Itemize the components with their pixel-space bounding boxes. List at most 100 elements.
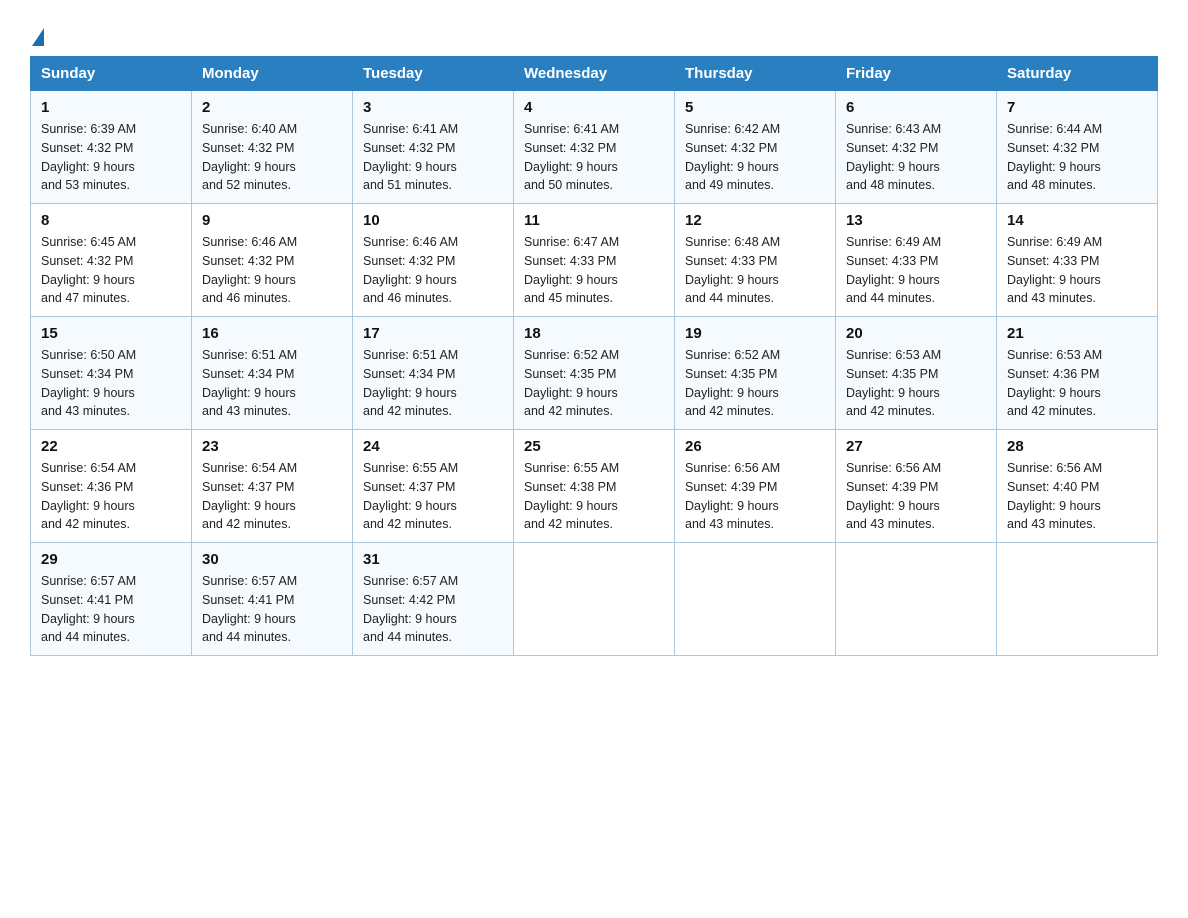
column-header-friday: Friday bbox=[836, 57, 997, 91]
day-number: 24 bbox=[363, 438, 503, 455]
day-sun-info: Sunrise: 6:43 AMSunset: 4:32 PMDaylight:… bbox=[846, 120, 986, 195]
day-number: 14 bbox=[1007, 212, 1147, 229]
day-number: 4 bbox=[524, 99, 664, 116]
calendar-cell: 2 Sunrise: 6:40 AMSunset: 4:32 PMDaylight… bbox=[192, 91, 353, 204]
calendar-cell: 16 Sunrise: 6:51 AMSunset: 4:34 PMDayligh… bbox=[192, 317, 353, 430]
day-sun-info: Sunrise: 6:41 AMSunset: 4:32 PMDaylight:… bbox=[363, 120, 503, 195]
day-sun-info: Sunrise: 6:52 AMSunset: 4:35 PMDaylight:… bbox=[685, 346, 825, 421]
day-sun-info: Sunrise: 6:51 AMSunset: 4:34 PMDaylight:… bbox=[363, 346, 503, 421]
day-number: 27 bbox=[846, 438, 986, 455]
day-sun-info: Sunrise: 6:57 AMSunset: 4:42 PMDaylight:… bbox=[363, 572, 503, 647]
day-number: 22 bbox=[41, 438, 181, 455]
calendar-cell: 21Sunrise: 6:53 AMSunset: 4:36 PMDayligh… bbox=[997, 317, 1158, 430]
logo bbox=[30, 28, 44, 48]
day-sun-info: Sunrise: 6:52 AMSunset: 4:35 PMDaylight:… bbox=[524, 346, 664, 421]
calendar-cell: 13Sunrise: 6:49 AMSunset: 4:33 PMDayligh… bbox=[836, 204, 997, 317]
calendar-cell bbox=[836, 543, 997, 656]
calendar-cell: 5 Sunrise: 6:42 AMSunset: 4:32 PMDaylight… bbox=[675, 91, 836, 204]
day-number: 29 bbox=[41, 551, 181, 568]
day-sun-info: Sunrise: 6:51 AMSunset: 4:34 PMDaylight:… bbox=[202, 346, 342, 421]
calendar-cell: 15 Sunrise: 6:50 AMSunset: 4:34 PMDayligh… bbox=[31, 317, 192, 430]
day-number: 6 bbox=[846, 99, 986, 116]
calendar-cell: 10 Sunrise: 6:46 AMSunset: 4:32 PMDayligh… bbox=[353, 204, 514, 317]
day-number: 2 bbox=[202, 99, 342, 116]
day-sun-info: Sunrise: 6:50 AMSunset: 4:34 PMDaylight:… bbox=[41, 346, 181, 421]
day-sun-info: Sunrise: 6:49 AMSunset: 4:33 PMDaylight:… bbox=[1007, 233, 1147, 308]
calendar-cell: 29Sunrise: 6:57 AMSunset: 4:41 PMDayligh… bbox=[31, 543, 192, 656]
day-number: 31 bbox=[363, 551, 503, 568]
calendar-cell: 22 Sunrise: 6:54 AMSunset: 4:36 PMDayligh… bbox=[31, 430, 192, 543]
day-sun-info: Sunrise: 6:55 AMSunset: 4:38 PMDaylight:… bbox=[524, 459, 664, 534]
day-number: 30 bbox=[202, 551, 342, 568]
calendar-cell: 19 Sunrise: 6:52 AMSunset: 4:35 PMDayligh… bbox=[675, 317, 836, 430]
calendar-cell: 20Sunrise: 6:53 AMSunset: 4:35 PMDayligh… bbox=[836, 317, 997, 430]
calendar-cell: 25 Sunrise: 6:55 AMSunset: 4:38 PMDayligh… bbox=[514, 430, 675, 543]
calendar-week-row: 22 Sunrise: 6:54 AMSunset: 4:36 PMDayligh… bbox=[31, 430, 1158, 543]
calendar-cell: 28Sunrise: 6:56 AMSunset: 4:40 PMDayligh… bbox=[997, 430, 1158, 543]
calendar-cell: 4 Sunrise: 6:41 AMSunset: 4:32 PMDaylight… bbox=[514, 91, 675, 204]
calendar-cell: 3 Sunrise: 6:41 AMSunset: 4:32 PMDaylight… bbox=[353, 91, 514, 204]
calendar-week-row: 29 Sunrise: 6:57 AMSunset: 4:41 PMDayligh… bbox=[31, 543, 1158, 656]
calendar-cell: 6 Sunrise: 6:43 AMSunset: 4:32 PMDaylight… bbox=[836, 91, 997, 204]
day-sun-info: Sunrise: 6:54 AMSunset: 4:36 PMDaylight:… bbox=[41, 459, 181, 534]
calendar-cell bbox=[997, 543, 1158, 656]
calendar-cell: 31 Sunrise: 6:57 AMSunset: 4:42 PMDayligh… bbox=[353, 543, 514, 656]
logo-triangle-icon bbox=[32, 28, 44, 46]
calendar-cell: 9 Sunrise: 6:46 AMSunset: 4:32 PMDaylight… bbox=[192, 204, 353, 317]
day-sun-info: Sunrise: 6:40 AMSunset: 4:32 PMDaylight:… bbox=[202, 120, 342, 195]
calendar-cell: 30 Sunrise: 6:57 AMSunset: 4:41 PMDayligh… bbox=[192, 543, 353, 656]
column-header-saturday: Saturday bbox=[997, 57, 1158, 91]
day-sun-info: Sunrise: 6:46 AMSunset: 4:32 PMDaylight:… bbox=[202, 233, 342, 308]
calendar-cell: 14 Sunrise: 6:49 AMSunset: 4:33 PMDayligh… bbox=[997, 204, 1158, 317]
day-sun-info: Sunrise: 6:39 AMSunset: 4:32 PMDaylight:… bbox=[41, 120, 181, 195]
day-number: 3 bbox=[363, 99, 503, 116]
day-number: 12 bbox=[685, 212, 825, 229]
day-number: 7 bbox=[1007, 99, 1147, 116]
day-number: 5 bbox=[685, 99, 825, 116]
calendar-week-row: 1 Sunrise: 6:39 AMSunset: 4:32 PMDaylight… bbox=[31, 91, 1158, 204]
calendar-header-row: SundayMondayTuesdayWednesdayThursdayFrid… bbox=[31, 57, 1158, 91]
column-header-thursday: Thursday bbox=[675, 57, 836, 91]
day-number: 13 bbox=[846, 212, 986, 229]
day-sun-info: Sunrise: 6:56 AMSunset: 4:39 PMDaylight:… bbox=[846, 459, 986, 534]
calendar-cell: 18 Sunrise: 6:52 AMSunset: 4:35 PMDayligh… bbox=[514, 317, 675, 430]
day-sun-info: Sunrise: 6:46 AMSunset: 4:32 PMDaylight:… bbox=[363, 233, 503, 308]
calendar-cell: 8Sunrise: 6:45 AMSunset: 4:32 PMDaylight… bbox=[31, 204, 192, 317]
day-number: 23 bbox=[202, 438, 342, 455]
day-number: 1 bbox=[41, 99, 181, 116]
day-number: 25 bbox=[524, 438, 664, 455]
day-number: 21 bbox=[1007, 325, 1147, 342]
day-number: 18 bbox=[524, 325, 664, 342]
day-number: 9 bbox=[202, 212, 342, 229]
page-header bbox=[30, 20, 1158, 48]
day-number: 19 bbox=[685, 325, 825, 342]
calendar-cell: 7Sunrise: 6:44 AMSunset: 4:32 PMDaylight… bbox=[997, 91, 1158, 204]
column-header-wednesday: Wednesday bbox=[514, 57, 675, 91]
day-number: 26 bbox=[685, 438, 825, 455]
day-number: 20 bbox=[846, 325, 986, 342]
day-number: 16 bbox=[202, 325, 342, 342]
day-sun-info: Sunrise: 6:41 AMSunset: 4:32 PMDaylight:… bbox=[524, 120, 664, 195]
calendar-cell: 12 Sunrise: 6:48 AMSunset: 4:33 PMDayligh… bbox=[675, 204, 836, 317]
day-sun-info: Sunrise: 6:57 AMSunset: 4:41 PMDaylight:… bbox=[202, 572, 342, 647]
calendar-week-row: 8Sunrise: 6:45 AMSunset: 4:32 PMDaylight… bbox=[31, 204, 1158, 317]
calendar-cell: 23 Sunrise: 6:54 AMSunset: 4:37 PMDayligh… bbox=[192, 430, 353, 543]
day-sun-info: Sunrise: 6:56 AMSunset: 4:39 PMDaylight:… bbox=[685, 459, 825, 534]
calendar-cell: 11 Sunrise: 6:47 AMSunset: 4:33 PMDayligh… bbox=[514, 204, 675, 317]
day-sun-info: Sunrise: 6:54 AMSunset: 4:37 PMDaylight:… bbox=[202, 459, 342, 534]
calendar-cell: 24Sunrise: 6:55 AMSunset: 4:37 PMDayligh… bbox=[353, 430, 514, 543]
day-sun-info: Sunrise: 6:48 AMSunset: 4:33 PMDaylight:… bbox=[685, 233, 825, 308]
day-number: 10 bbox=[363, 212, 503, 229]
day-number: 11 bbox=[524, 212, 664, 229]
day-sun-info: Sunrise: 6:42 AMSunset: 4:32 PMDaylight:… bbox=[685, 120, 825, 195]
day-number: 17 bbox=[363, 325, 503, 342]
day-number: 28 bbox=[1007, 438, 1147, 455]
calendar-week-row: 15 Sunrise: 6:50 AMSunset: 4:34 PMDayligh… bbox=[31, 317, 1158, 430]
day-number: 8 bbox=[41, 212, 181, 229]
day-sun-info: Sunrise: 6:47 AMSunset: 4:33 PMDaylight:… bbox=[524, 233, 664, 308]
column-header-monday: Monday bbox=[192, 57, 353, 91]
column-header-sunday: Sunday bbox=[31, 57, 192, 91]
day-number: 15 bbox=[41, 325, 181, 342]
calendar-cell: 1 Sunrise: 6:39 AMSunset: 4:32 PMDaylight… bbox=[31, 91, 192, 204]
calendar-cell: 26 Sunrise: 6:56 AMSunset: 4:39 PMDayligh… bbox=[675, 430, 836, 543]
